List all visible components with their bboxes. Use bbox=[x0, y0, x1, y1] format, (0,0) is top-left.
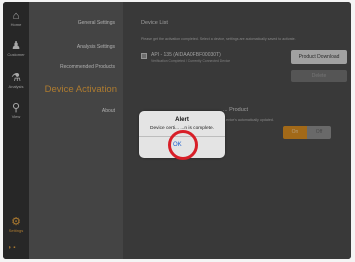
tap-highlight-circle bbox=[168, 130, 198, 160]
tablet-frame: ⌂ Home ♟ Customer ⚗ Analysis ⚲ View ⚙ Se… bbox=[0, 0, 355, 262]
app-screen: ⌂ Home ♟ Customer ⚗ Analysis ⚲ View ⚙ Se… bbox=[3, 2, 351, 259]
alert-title: Alert bbox=[175, 117, 189, 123]
